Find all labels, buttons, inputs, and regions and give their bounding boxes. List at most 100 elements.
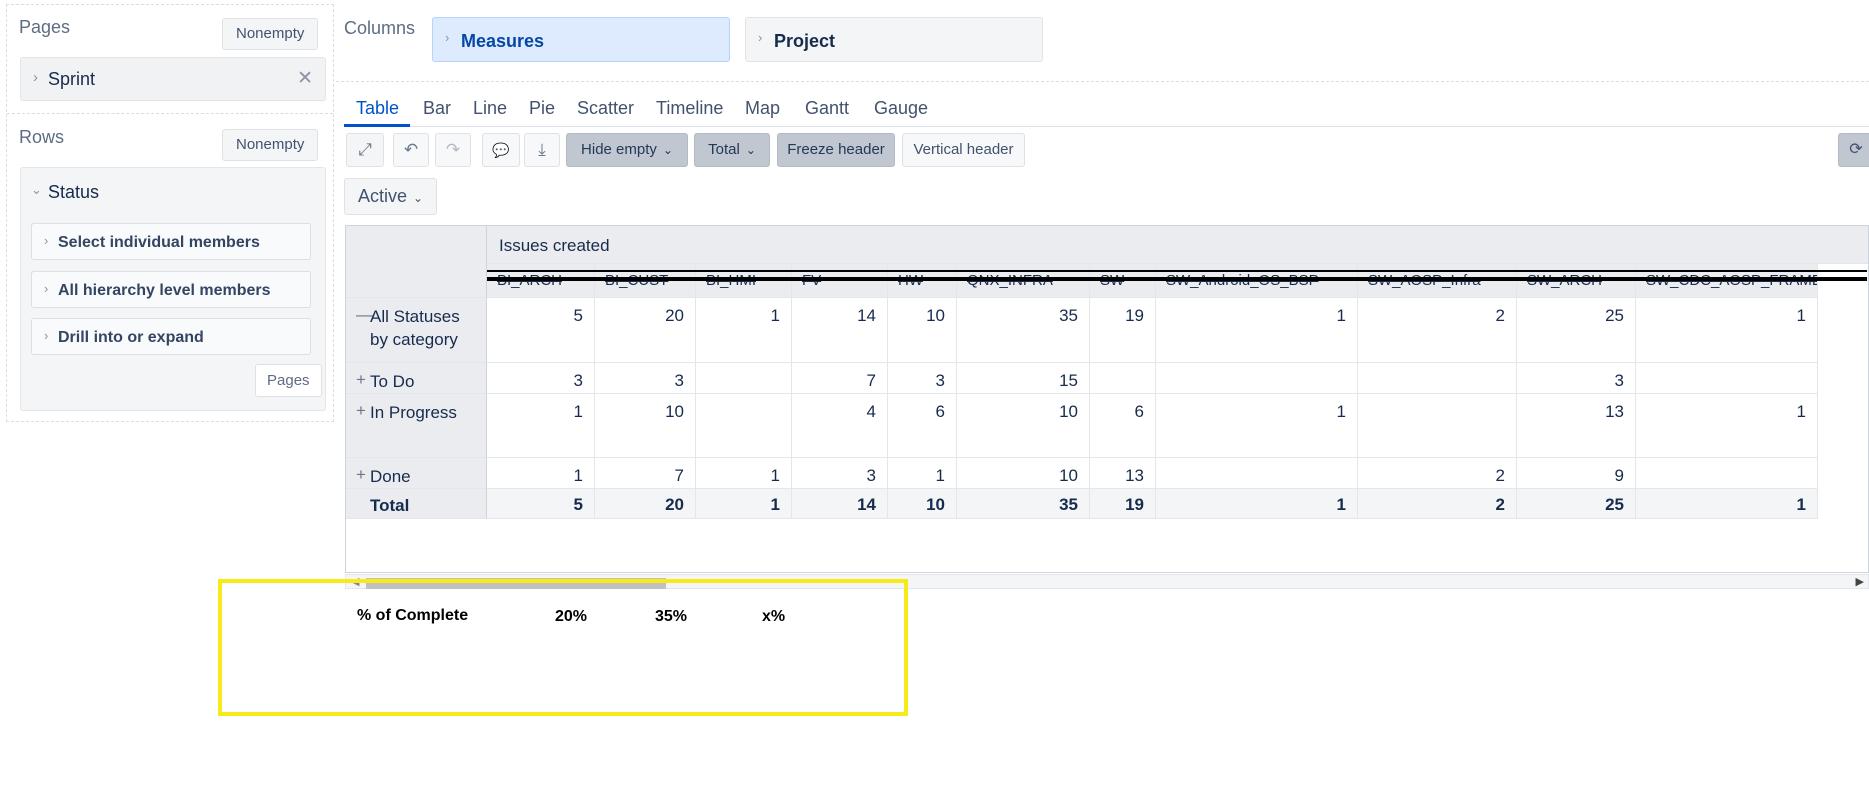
table-cell[interactable] [1156, 363, 1358, 394]
collapse-icon[interactable]: — [356, 305, 373, 325]
table-cell[interactable]: 4 [792, 394, 888, 458]
table-cell[interactable]: 10 [957, 394, 1090, 458]
table-cell[interactable]: 2 [1358, 458, 1517, 489]
table-cell[interactable]: 3 [792, 458, 888, 489]
table-cell[interactable] [1636, 363, 1818, 394]
table-cell[interactable]: 3 [888, 363, 957, 394]
total-cell[interactable]: 10 [888, 489, 957, 519]
tab-map[interactable]: Map [745, 98, 780, 119]
total-cell[interactable]: 14 [792, 489, 888, 519]
table-cell[interactable]: 1 [1156, 298, 1358, 363]
table-cell[interactable]: 1 [1636, 298, 1818, 363]
total-cell[interactable]: 35 [957, 489, 1090, 519]
redo-button[interactable]: ↷ [435, 133, 471, 167]
table-cell[interactable]: 19 [1090, 298, 1156, 363]
comment-button[interactable]: 💬 [482, 133, 520, 167]
table-cell[interactable] [1090, 363, 1156, 394]
table-cell[interactable]: 6 [1090, 394, 1156, 458]
row-header[interactable]: + To Do [346, 363, 487, 394]
freeze-header-button[interactable]: Freeze header [777, 133, 895, 167]
tab-timeline[interactable]: Timeline [656, 98, 723, 119]
expand-icon[interactable]: + [356, 465, 370, 485]
chevron-down-icon[interactable]: ⌄ [31, 182, 42, 198]
total-cell[interactable]: 25 [1517, 489, 1636, 519]
table-cell[interactable]: 25 [1517, 298, 1636, 363]
table-cell[interactable]: 1 [696, 298, 792, 363]
table-cell[interactable]: 1 [1156, 394, 1358, 458]
export-button[interactable]: ⤓ [524, 133, 560, 167]
rows-nonempty-button[interactable]: Nonempty [222, 129, 319, 161]
table-cell[interactable]: 5 [487, 298, 595, 363]
row-header[interactable]: —All Statuses by category [346, 298, 487, 363]
tab-gauge[interactable]: Gauge [874, 98, 928, 119]
vertical-header-button[interactable]: Vertical header [902, 133, 1025, 167]
active-filter-dropdown[interactable]: Active ⌄ [344, 178, 437, 215]
expand-icon[interactable]: + [356, 370, 370, 390]
measure-header: Issues created [487, 226, 1868, 264]
status-dimension-box: ⌄ Status › Select individual members › A… [20, 167, 326, 411]
hide-empty-dropdown[interactable]: Hide empty ⌄ [566, 133, 688, 167]
table-cell[interactable]: 1 [888, 458, 957, 489]
undo-button[interactable]: ↶ [393, 133, 429, 167]
table-cell[interactable]: 7 [595, 458, 696, 489]
table-cell[interactable] [696, 363, 792, 394]
table-cell[interactable] [696, 394, 792, 458]
table-cell[interactable]: 2 [1358, 298, 1517, 363]
total-cell[interactable]: 19 [1090, 489, 1156, 519]
select-individual-members-option[interactable]: › Select individual members [31, 223, 311, 260]
all-hierarchy-level-members-option[interactable]: › All hierarchy level members [31, 271, 311, 308]
table-cell[interactable] [1156, 458, 1358, 489]
refresh-button[interactable]: ⟳ [1838, 133, 1869, 167]
table-cell[interactable]: 3 [1517, 363, 1636, 394]
table-cell[interactable]: 10 [595, 394, 696, 458]
drill-into-or-expand-option[interactable]: › Drill into or expand [31, 318, 311, 355]
total-cell[interactable]: 1 [1636, 489, 1818, 519]
table-cell[interactable]: 14 [792, 298, 888, 363]
table-cell[interactable]: 1 [487, 394, 595, 458]
tab-line[interactable]: Line [473, 98, 507, 119]
total-cell[interactable]: 1 [696, 489, 792, 519]
expand-icon[interactable]: + [356, 401, 370, 421]
total-cell[interactable]: 1 [1156, 489, 1358, 519]
table-cell[interactable]: 10 [957, 458, 1090, 489]
table-cell[interactable]: 35 [957, 298, 1090, 363]
table-cell[interactable]: 1 [696, 458, 792, 489]
table-cell[interactable] [1358, 363, 1517, 394]
table-cell[interactable]: 3 [487, 363, 595, 394]
visualization-tabs: Table Bar Line Pie Scatter Timeline Map … [344, 94, 1869, 127]
total-cell[interactable]: 5 [487, 489, 595, 519]
tab-bar[interactable]: Bar [423, 98, 451, 119]
scroll-right-icon[interactable]: ▶ [1856, 575, 1864, 588]
total-cell[interactable]: 2 [1358, 489, 1517, 519]
table-cell[interactable]: 13 [1090, 458, 1156, 489]
table-cell[interactable]: 7 [792, 363, 888, 394]
table-cell[interactable]: 1 [487, 458, 595, 489]
tab-pie[interactable]: Pie [529, 98, 555, 119]
close-icon[interactable]: ✕ [297, 67, 313, 90]
active-filter-label: Active [358, 186, 408, 206]
move-to-pages-button[interactable]: Pages [255, 364, 322, 397]
table-cell[interactable]: 1 [1636, 394, 1818, 458]
table-cell[interactable] [1636, 458, 1818, 489]
table-cell[interactable]: 3 [595, 363, 696, 394]
table-cell[interactable]: 15 [957, 363, 1090, 394]
row-header[interactable]: + Done [346, 458, 487, 489]
table-cell[interactable]: 6 [888, 394, 957, 458]
table-cell[interactable]: 13 [1517, 394, 1636, 458]
sprint-chip[interactable]: › Sprint ✕ [20, 57, 326, 101]
table-cell[interactable]: 9 [1517, 458, 1636, 489]
total-dropdown[interactable]: Total ⌄ [694, 133, 770, 167]
tab-gantt[interactable]: Gantt [805, 98, 849, 119]
row-header[interactable]: + In Progress [346, 394, 487, 458]
tab-scatter[interactable]: Scatter [577, 98, 634, 119]
table-cell[interactable] [1358, 394, 1517, 458]
table-cell[interactable]: 20 [595, 298, 696, 363]
measures-chip[interactable]: › Measures [432, 17, 730, 62]
total-cell[interactable]: 20 [595, 489, 696, 519]
project-chip[interactable]: › Project [745, 17, 1043, 62]
status-title[interactable]: Status [48, 182, 99, 203]
pages-nonempty-button[interactable]: Nonempty [222, 18, 319, 50]
table-cell[interactable]: 10 [888, 298, 957, 363]
fullscreen-button[interactable]: ⤢ [346, 133, 384, 167]
tab-table[interactable]: Table [356, 98, 399, 119]
